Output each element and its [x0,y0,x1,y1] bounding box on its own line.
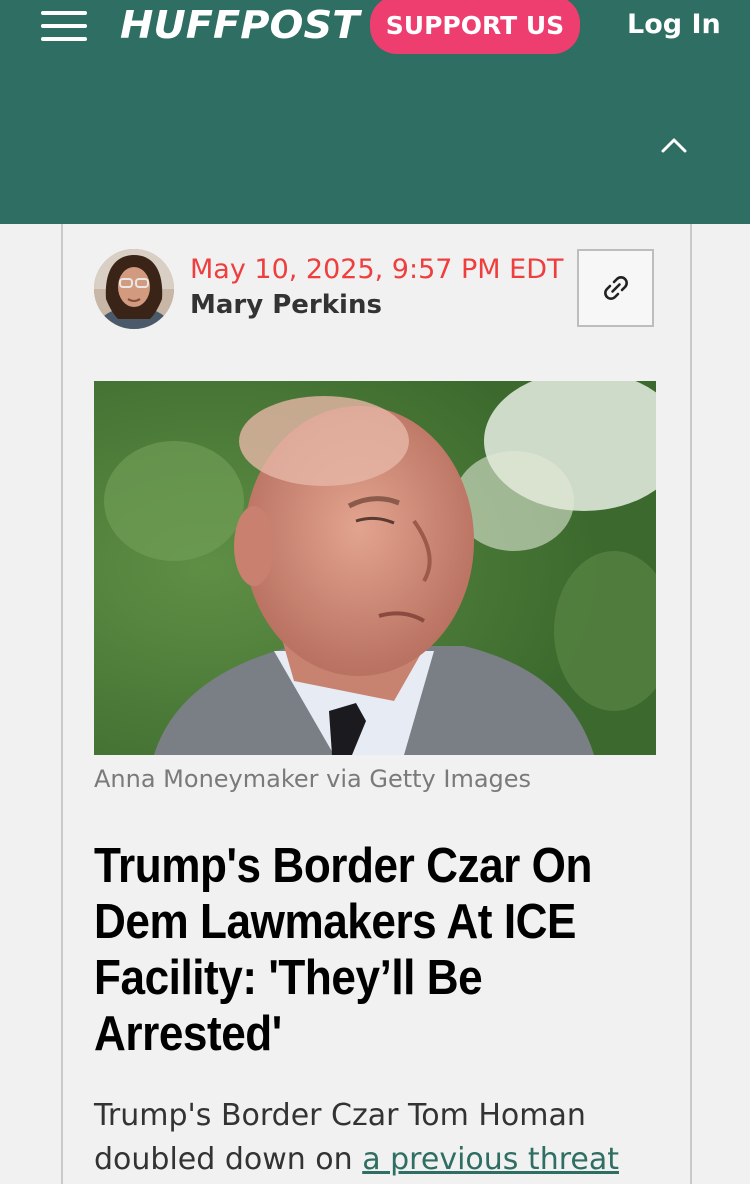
log-in-link[interactable]: Log In [627,2,721,48]
huffpost-logo[interactable]: HUFFPOST [120,0,359,50]
article-hero-image [94,381,656,755]
article-headline: Trump's Border Czar On Dem Lawmakers At … [94,839,593,1061]
article-body: Trump's Border Czar Tom Homan doubled do… [94,1094,674,1182]
support-us-button[interactable]: SUPPORT US [370,0,580,54]
previous-threat-link[interactable]: a previous threat [362,1142,619,1177]
copy-link-button[interactable] [577,249,654,327]
image-credit: Anna Moneymaker via Getty Images [94,765,532,793]
link-icon [603,276,628,300]
author-name[interactable]: Mary Perkins [190,290,382,320]
chevron-up-icon[interactable] [660,134,688,156]
author-avatar[interactable] [94,249,174,329]
hamburger-menu-icon[interactable] [41,11,87,41]
site-header: HUFFPOST SUPPORT US Log In [0,0,750,224]
publish-date: May 10, 2025, 9:57 PM EDT [190,254,564,285]
